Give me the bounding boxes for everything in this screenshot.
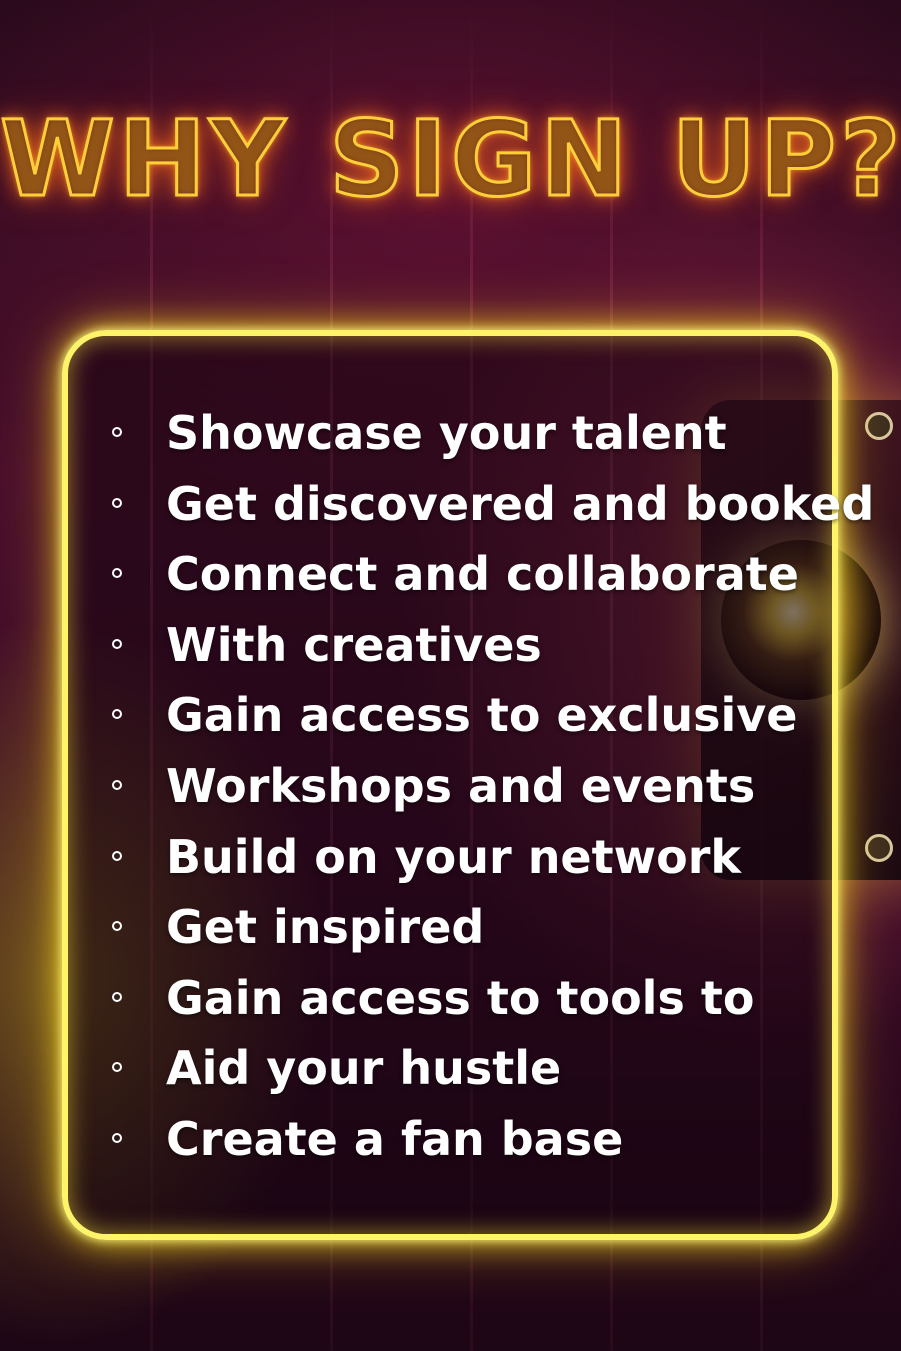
list-item: Aid your hustle bbox=[110, 1033, 830, 1104]
list-item: Gain access to exclusive bbox=[110, 680, 830, 751]
benefits-list: Showcase your talent Get discovered and … bbox=[110, 398, 874, 1175]
page-title: WHY SIGN UP? bbox=[0, 97, 901, 222]
list-item-label: With creatives bbox=[166, 617, 542, 672]
list-item-label: Connect and collaborate bbox=[166, 547, 799, 602]
poster: WHY SIGN UP? Showcase your talent Get di… bbox=[0, 0, 901, 1351]
list-item-label: Aid your hustle bbox=[166, 1041, 562, 1096]
hollow-circle-icon bbox=[112, 427, 122, 437]
list-item: Workshops and events bbox=[110, 751, 830, 822]
hollow-circle-icon bbox=[112, 850, 122, 861]
list-item-label: Create a fan base bbox=[166, 1111, 624, 1166]
list-item-label: Gain access to tools to bbox=[166, 970, 755, 1025]
hollow-circle-icon bbox=[112, 709, 122, 720]
hollow-circle-icon bbox=[112, 921, 122, 932]
hollow-circle-icon bbox=[112, 779, 122, 790]
hollow-circle-icon bbox=[112, 1132, 122, 1143]
hollow-circle-icon bbox=[112, 497, 122, 508]
hollow-circle-icon bbox=[112, 1062, 122, 1073]
list-item-label: Build on your network bbox=[166, 829, 741, 884]
hollow-circle-icon bbox=[112, 638, 122, 649]
list-item-label: Gain access to exclusive bbox=[166, 688, 798, 743]
list-item: Get inspired bbox=[110, 892, 830, 963]
list-item: With creatives bbox=[110, 610, 830, 681]
list-item: Showcase your talent bbox=[110, 398, 830, 469]
list-item-label: Get inspired bbox=[166, 900, 485, 955]
hollow-circle-icon bbox=[112, 991, 122, 1002]
hollow-circle-icon bbox=[112, 568, 122, 579]
camera-knob-icon bbox=[865, 412, 893, 440]
camera-knob-icon bbox=[865, 834, 893, 862]
list-item: Build on your network bbox=[110, 822, 830, 893]
list-item: Create a fan base bbox=[110, 1104, 830, 1175]
list-item-label: Workshops and events bbox=[166, 758, 756, 813]
list-item: Get discovered and booked bbox=[110, 469, 874, 540]
list-item-label: Get discovered and booked bbox=[166, 476, 875, 531]
list-item-label: Showcase your talent bbox=[166, 406, 727, 460]
list-item: Connect and collaborate bbox=[110, 539, 830, 610]
list-item: Gain access to tools to bbox=[110, 963, 830, 1034]
